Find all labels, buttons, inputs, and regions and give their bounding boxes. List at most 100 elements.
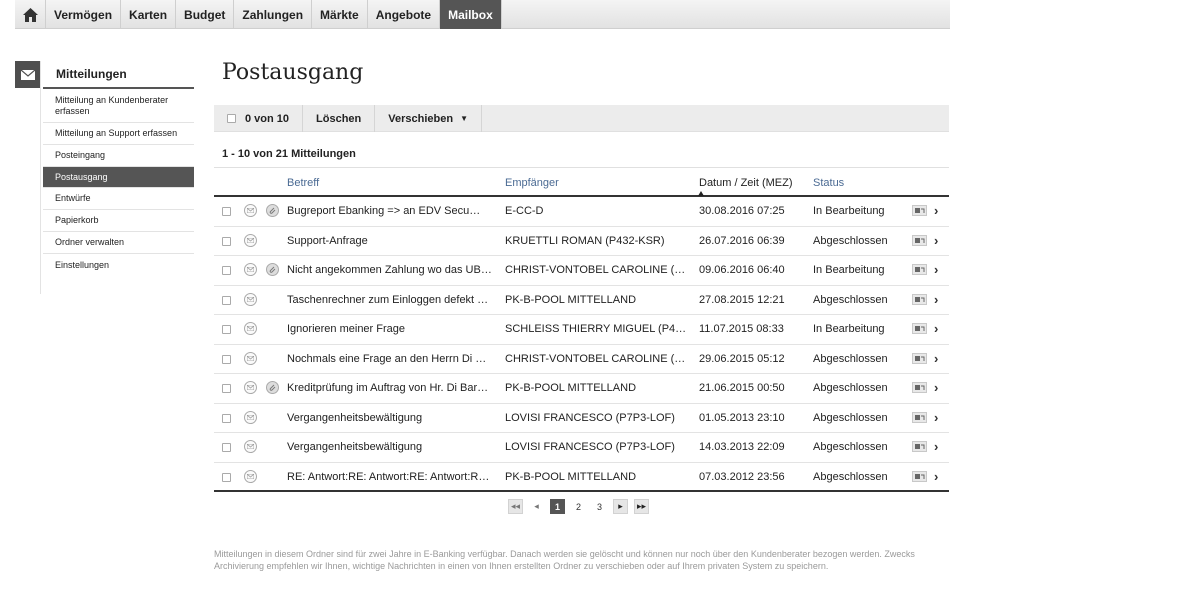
reply-icon[interactable] (912, 293, 927, 305)
row-status: Abgeschlossen (813, 234, 888, 247)
selected-count: 0 von 10 (245, 112, 290, 125)
chevron-right-icon[interactable]: › (934, 380, 938, 395)
attachment-icon (266, 204, 279, 217)
table-row[interactable]: Ignorieren meiner Frage SCHLEISS THIERRY … (214, 315, 949, 345)
row-subject[interactable]: Bugreport Ebanking => an EDV Secu… (287, 205, 492, 217)
sidebar-item-entwuerfe[interactable]: Entwürfe (43, 188, 194, 210)
row-checkbox[interactable] (222, 236, 231, 246)
sidebar-item-posteingang[interactable]: Posteingang (43, 145, 194, 167)
row-subject[interactable]: Kreditprüfung im Auftrag von Hr. Di Bar… (287, 382, 492, 394)
chevron-right-icon[interactable]: › (934, 203, 938, 218)
message-count: 1 - 10 von 21 Mitteilungen (222, 148, 356, 160)
sidebar-item-einstellungen[interactable]: Einstellungen (43, 254, 194, 276)
sidebar-item-papierkorb[interactable]: Papierkorb (43, 210, 194, 232)
table-row[interactable]: Kreditprüfung im Auftrag von Hr. Di Bar…… (214, 374, 949, 404)
nav-karten[interactable]: Karten (121, 0, 177, 29)
reply-icon[interactable] (912, 382, 927, 393)
page-2[interactable]: 2 (571, 499, 586, 514)
chevron-right-icon[interactable]: › (934, 233, 938, 248)
row-subject[interactable]: Taschenrechner zum Einloggen defekt … (287, 294, 492, 306)
header-date[interactable]: Datum / Zeit (MEZ) (699, 177, 793, 189)
sidebar-item-kundenberater[interactable]: Mitteilung an Kundenberater erfassen (43, 89, 194, 123)
nav-mailbox[interactable]: Mailbox (440, 0, 502, 29)
row-checkbox[interactable] (222, 354, 231, 364)
envelope-icon (244, 410, 257, 424)
move-button[interactable]: Verschieben ▼ (375, 105, 483, 132)
reply-icon[interactable] (912, 234, 927, 246)
reply-icon[interactable] (912, 470, 927, 482)
row-status: In Bearbeitung (813, 323, 885, 335)
table-row[interactable]: Vergangenheitsbewältigung LOVISI FRANCESC… (214, 404, 949, 433)
table-row[interactable]: RE: Antwort:RE: Antwort:RE: Antwort:R… PK… (214, 463, 949, 492)
row-checkbox[interactable] (222, 295, 231, 305)
row-subject[interactable]: Support-Anfrage (287, 235, 492, 247)
reply-icon[interactable] (912, 411, 927, 423)
chevron-right-icon[interactable]: › (934, 321, 938, 336)
chevron-right-icon[interactable]: › (934, 469, 938, 484)
table-row[interactable]: Vergangenheitsbewältigung LOVISI FRANCESC… (214, 433, 949, 463)
row-status: Abgeschlossen (813, 293, 888, 306)
table-row[interactable]: Support-Anfrage KRUETTLI ROMAN (P432-KSR)… (214, 227, 949, 256)
sidebar-item-postausgang[interactable]: Postausgang (43, 167, 194, 188)
header-recipient[interactable]: Empfänger (505, 177, 559, 189)
reply-icon[interactable] (912, 441, 927, 452)
header-subject[interactable]: Betreff (287, 177, 319, 189)
row-subject[interactable]: Vergangenheitsbewältigung (287, 412, 492, 424)
chevron-right-icon[interactable]: › (934, 351, 938, 366)
row-checkbox[interactable] (222, 413, 231, 423)
reply-icon[interactable] (912, 323, 927, 334)
table-row[interactable]: Bugreport Ebanking => an EDV Secu… E-CC-D… (214, 197, 949, 227)
row-checkbox[interactable] (222, 384, 231, 393)
sidebar-item-ordner-verwalten[interactable]: Ordner verwalten (43, 232, 194, 254)
row-subject[interactable]: RE: Antwort:RE: Antwort:RE: Antwort:R… (287, 471, 492, 483)
row-date: 07.03.2012 23:56 (699, 470, 785, 483)
chevron-right-icon[interactable]: › (934, 410, 938, 425)
chevron-right-icon[interactable]: › (934, 439, 938, 454)
nav-zahlungen[interactable]: Zahlungen (234, 0, 313, 29)
reply-icon[interactable] (912, 205, 927, 216)
first-page-icon[interactable]: ◂◂ (508, 499, 523, 514)
nav-maerkte[interactable]: Märkte (312, 0, 368, 29)
row-recipient: CHRIST-VONTOBEL CAROLINE (… (505, 352, 685, 365)
page-3[interactable]: 3 (592, 499, 607, 514)
attachment-icon (266, 263, 279, 276)
table-row[interactable]: Nochmals eine Frage an den Herrn Di … CHR… (214, 345, 949, 374)
chevron-right-icon[interactable]: › (934, 292, 938, 307)
reply-icon[interactable] (912, 352, 927, 364)
nav-budget[interactable]: Budget (176, 0, 235, 29)
chevron-right-icon[interactable]: › (934, 262, 938, 277)
sidebar-item-support[interactable]: Mitteilung an Support erfassen (43, 123, 194, 145)
home-button[interactable] (15, 0, 46, 29)
reply-icon[interactable] (912, 264, 927, 275)
prev-page-icon[interactable]: ◂ (529, 499, 544, 514)
row-date: 30.08.2016 07:25 (699, 205, 785, 217)
row-subject[interactable]: Vergangenheitsbewältigung (287, 441, 492, 453)
row-subject[interactable]: Nochmals eine Frage an den Herrn Di … (287, 353, 492, 365)
next-page-icon[interactable]: ▸ (613, 499, 628, 514)
envelope-icon (244, 204, 257, 217)
row-checkbox[interactable] (222, 266, 231, 275)
select-all-checkbox[interactable] (227, 114, 236, 123)
table-row[interactable]: Nicht angekommen Zahlung wo das UB… CHRIS… (214, 256, 949, 286)
table-header: Betreff Empfänger Datum / Zeit (MEZ) Sta… (214, 167, 949, 197)
page-1[interactable]: 1 (550, 499, 565, 514)
row-recipient: CHRIST-VONTOBEL CAROLINE (… (505, 264, 685, 276)
table-row[interactable]: Taschenrechner zum Einloggen defekt … PK-… (214, 286, 949, 315)
nav-angebote[interactable]: Angebote (368, 0, 441, 29)
header-status[interactable]: Status (813, 177, 844, 189)
select-all[interactable]: 0 von 10 (214, 105, 304, 132)
nav-vermoegen[interactable]: Vermögen (46, 0, 122, 29)
row-subject[interactable]: Nicht angekommen Zahlung wo das UB… (287, 264, 492, 276)
row-checkbox[interactable] (222, 472, 231, 482)
toolbar: 0 von 10 Löschen Verschieben ▼ (214, 105, 949, 132)
row-recipient: KRUETTLI ROMAN (P432-KSR) (505, 234, 665, 247)
delete-button[interactable]: Löschen (303, 105, 376, 132)
row-checkbox[interactable] (222, 443, 231, 452)
row-checkbox[interactable] (222, 207, 231, 216)
row-recipient: PK-B-POOL MITTELLAND (505, 470, 637, 483)
last-page-icon[interactable]: ▸▸ (634, 499, 649, 514)
row-checkbox[interactable] (222, 325, 231, 334)
row-status: Abgeschlossen (813, 470, 888, 483)
row-subject[interactable]: Ignorieren meiner Frage (287, 323, 492, 335)
row-status: Abgeschlossen (813, 382, 888, 394)
